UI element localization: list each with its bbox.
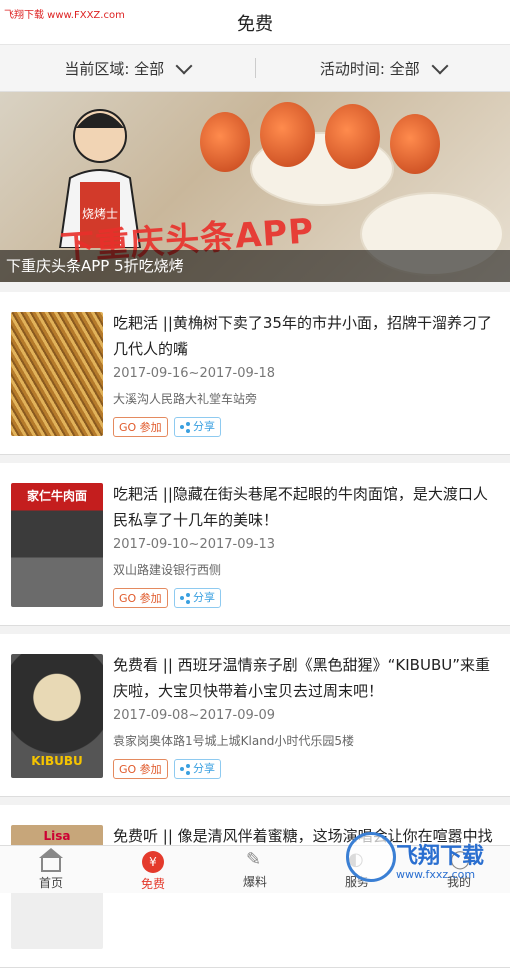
share-button[interactable]: 分享 [174,759,221,779]
watermark-logo-icon [346,832,396,882]
join-button[interactable]: GO 参加 [113,588,168,608]
banner-caption: 下重庆头条APP 5折吃烧烤 [0,250,510,282]
join-button[interactable]: GO 参加 [113,417,168,437]
page-title: 免费 [0,10,510,36]
banner-shrimp [260,102,315,167]
tab-free[interactable]: ¥ 免费 [102,846,204,893]
item-location: 袁家岗奥体路1号城上城Kland小时代乐园5楼 [113,732,354,749]
banner-shrimp [390,114,440,174]
watermark-logo: 飞翔下载 www.fxxz.com [340,832,510,892]
share-icon [180,593,190,603]
thumbnail-text: KIBUBU [11,754,103,768]
chevron-down-icon [176,57,193,74]
watermark-logo-url: www.fxxz.com [396,868,475,881]
item-thumbnail: KIBUBU [11,654,103,778]
time-filter-label: 活动时间: 全部 [320,58,420,79]
region-filter[interactable]: 当前区域: 全部 [0,45,255,91]
item-location: 大溪沟人民路大礼堂车站旁 [113,390,257,407]
item-title: 免费看 || 西班牙温情亲子剧《黑色甜猩》“KIBUBU”来重庆啦，大宝贝快带着… [113,652,498,704]
list-item[interactable]: KIBUBU 免费看 || 西班牙温情亲子剧《黑色甜猩》“KIBUBU”来重庆啦… [0,634,510,797]
filter-bar: 当前区域: 全部 活动时间: 全部 [0,45,510,92]
watermark-logo-text: 飞翔下载 [396,838,484,870]
item-thumbnail: 家仁牛肉面 [11,483,103,607]
tab-label: 爆料 [204,873,306,890]
item-date: 2017-09-10~2017-09-13 [113,537,275,552]
thumbnail-text: Lisa [11,829,103,843]
share-label: 分享 [193,417,215,437]
item-title: 吃耙活 ||隐藏在街头巷尾不起眼的牛肉面馆，是大渡口人民私享了十几年的美味！ [113,481,498,533]
time-filter[interactable]: 活动时间: 全部 [256,45,510,91]
tab-label: 免费 [102,875,204,892]
share-label: 分享 [193,588,215,608]
home-icon [41,858,61,872]
share-label: 分享 [193,759,215,779]
banner-shrimp [200,112,250,172]
region-filter-label: 当前区域: 全部 [64,58,164,79]
list-item[interactable]: 吃耙活 ||黄桷树下卖了35年的市井小面，招牌干溜养刁了几代人的嘴 2017-0… [0,292,510,455]
thumbnail-text: 家仁牛肉面 [11,487,103,504]
top-header: 飞翔下载 www.FXXZ.com 免费 [0,0,510,45]
share-icon [180,422,190,432]
item-date: 2017-09-08~2017-09-09 [113,708,275,723]
tab-label: 首页 [0,874,102,891]
item-title: 吃耙活 ||黄桷树下卖了35年的市井小面，招牌干溜养刁了几代人的嘴 [113,310,498,362]
item-date: 2017-09-16~2017-09-18 [113,366,275,381]
item-location: 双山路建设银行西侧 [113,561,221,578]
tab-home[interactable]: 首页 [0,846,102,893]
banner-shrimp [325,104,380,169]
share-button[interactable]: 分享 [174,588,221,608]
item-thumbnail [11,312,103,436]
tab-tips[interactable]: 爆料 [204,846,306,893]
join-button[interactable]: GO 参加 [113,759,168,779]
list-item[interactable]: 家仁牛肉面 吃耙活 ||隐藏在街头巷尾不起眼的牛肉面馆，是大渡口人民私享了十几年… [0,463,510,626]
share-icon [180,764,190,774]
edit-icon [245,851,265,871]
money-bag-icon: ¥ [142,851,164,873]
chevron-down-icon [431,57,448,74]
share-button[interactable]: 分享 [174,417,221,437]
promo-banner[interactable]: 烧烤士 下重庆头条APP 下重庆头条APP 5折吃烧烤 [0,92,510,282]
